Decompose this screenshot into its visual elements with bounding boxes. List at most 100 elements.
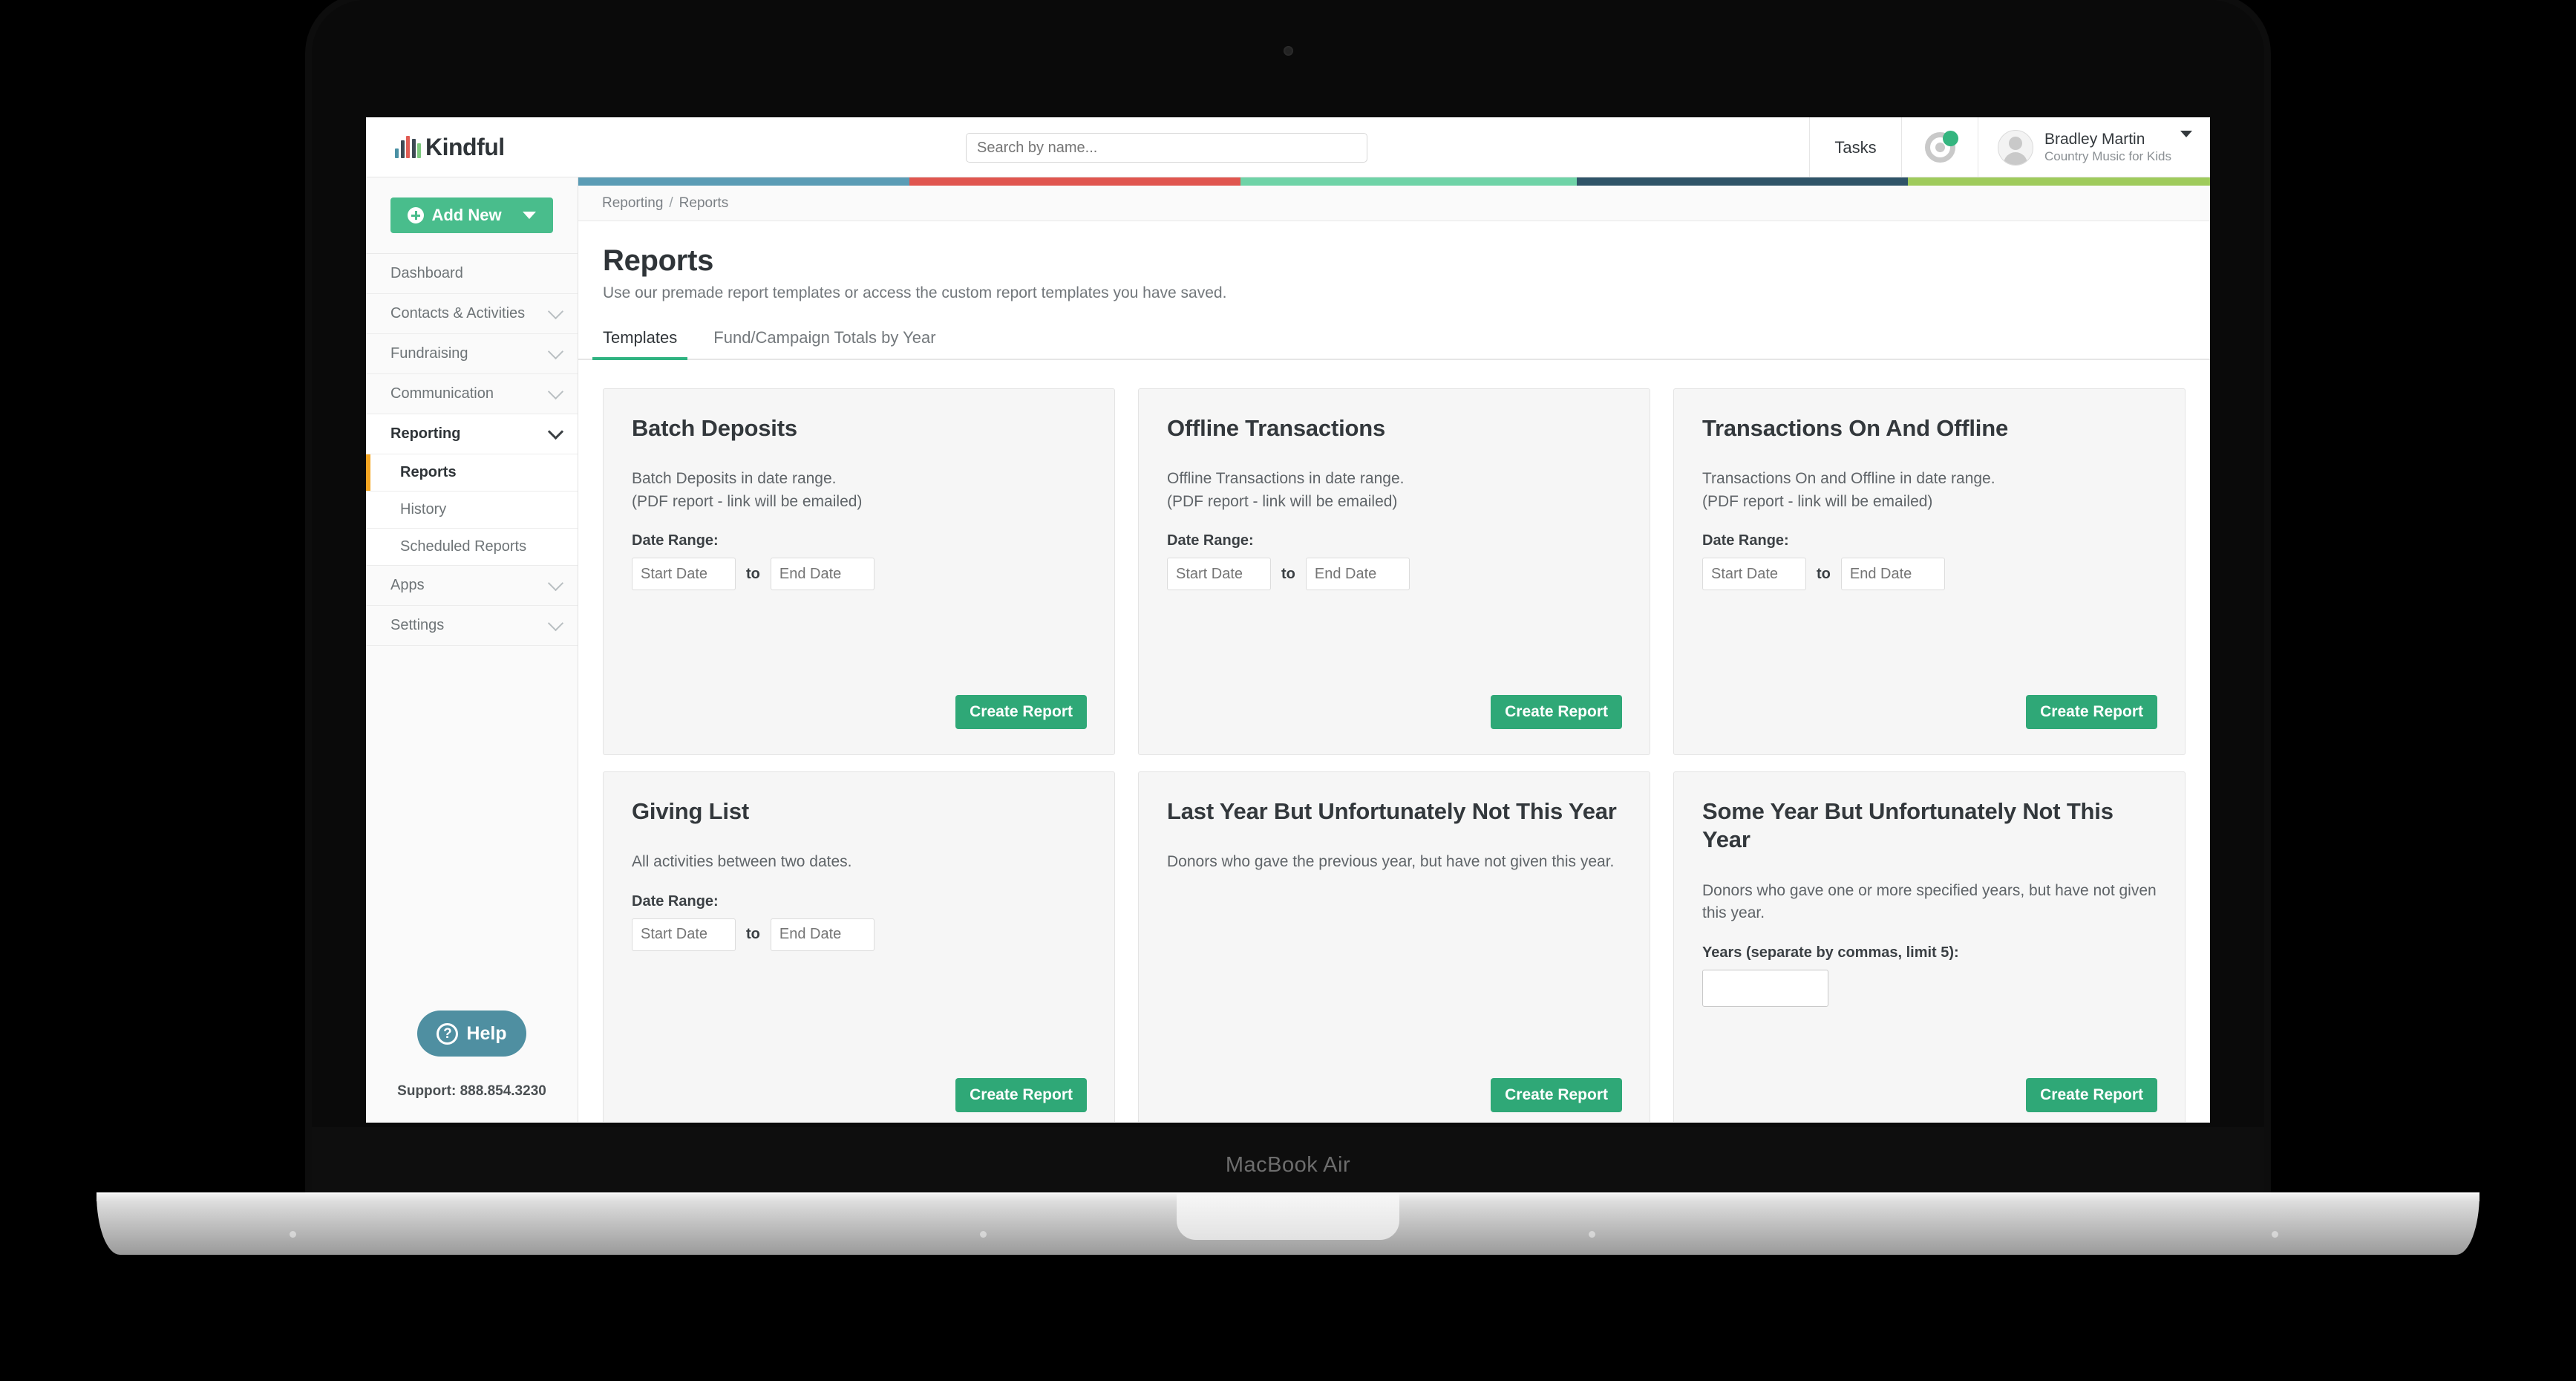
user-menu[interactable]: Bradley Martin Country Music for Kids — [1978, 117, 2210, 177]
card-title: Transactions On And Offline — [1702, 415, 2008, 441]
chevron-down-icon — [522, 212, 536, 219]
start-date-input[interactable] — [1167, 558, 1271, 591]
card-description: Donors who gave one or more specified ye… — [1702, 881, 2157, 922]
sidebar-item-dashboard[interactable]: Dashboard — [366, 254, 578, 294]
help-label: Help — [466, 1022, 507, 1044]
webcam-icon — [1284, 46, 1293, 56]
date-range-label: Date Range: — [632, 892, 719, 910]
sidebar-item-label: Dashboard — [390, 265, 463, 281]
date-range-row: to — [632, 558, 1086, 591]
breadcrumb-separator: / — [669, 195, 673, 211]
base-dot — [290, 1231, 296, 1238]
end-date-input[interactable] — [770, 918, 875, 951]
start-date-input[interactable] — [1702, 558, 1806, 591]
main-content: Reporting / Reports Reports Use our prem… — [578, 177, 2210, 1122]
chevron-down-icon — [547, 383, 564, 400]
start-date-input[interactable] — [632, 918, 736, 951]
tasks-link[interactable]: Tasks — [1809, 117, 1901, 177]
breadcrumb-current[interactable]: Reports — [679, 195, 729, 212]
to-label: to — [1817, 565, 1831, 582]
base-dot — [2272, 1231, 2278, 1238]
report-card-giving-list: Giving List All activities between two d… — [603, 771, 1115, 1122]
sidebar-item-apps[interactable]: Apps — [366, 566, 578, 606]
breadcrumb-parent[interactable]: Reporting — [602, 195, 663, 212]
question-mark-icon: ? — [437, 1022, 459, 1045]
start-date-input[interactable] — [632, 558, 736, 591]
user-name: Bradley Martin — [2044, 131, 2145, 148]
support-phone: Support: 888.854.3230 — [397, 1083, 546, 1099]
brand-name: Kindful — [425, 133, 505, 160]
chevron-down-icon — [547, 615, 564, 632]
end-date-input[interactable] — [770, 558, 875, 591]
card-title: Offline Transactions — [1167, 415, 1386, 441]
sidebar-subitem-history[interactable]: History — [366, 492, 578, 529]
date-range-row: to — [1167, 558, 1621, 591]
date-range-label: Date Range: — [1167, 532, 1254, 549]
card-description: Transactions On and Offline in date rang… — [1702, 470, 1995, 510]
sidebar-item-settings[interactable]: Settings — [366, 606, 578, 646]
device-label: MacBook Air — [1225, 1153, 1351, 1177]
tab-templates[interactable]: Templates — [592, 328, 688, 360]
date-range-label: Date Range: — [632, 532, 719, 549]
templates-panel: Batch Deposits Batch Deposits in date ra… — [578, 360, 2210, 1122]
report-card-offline-transactions: Offline Transactions Offline Transaction… — [1138, 388, 1650, 755]
create-report-button[interactable]: Create Report — [2026, 1078, 2157, 1112]
card-title: Giving List — [632, 798, 749, 824]
sidebar-item-fundraising[interactable]: Fundraising — [366, 334, 578, 374]
sidebar-item-communication[interactable]: Communication — [366, 374, 578, 414]
years-label: Years (separate by commas, limit 5): — [1702, 944, 1959, 961]
years-input[interactable] — [1702, 969, 1828, 1007]
laptop-frame: MacBook Air Kindful Tasks — [97, 0, 2479, 1262]
help-section: ? Help — [366, 1011, 578, 1057]
to-label: to — [746, 926, 760, 943]
date-range-label: Date Range: — [1702, 532, 1789, 549]
report-card-batch-deposits: Batch Deposits Batch Deposits in date ra… — [603, 388, 1115, 755]
create-report-button[interactable]: Create Report — [1491, 695, 1622, 729]
sidebar-subitem-scheduled-reports[interactable]: Scheduled Reports — [366, 529, 578, 566]
sidebar-item-label: Settings — [390, 617, 445, 633]
create-report-button[interactable]: Create Report — [955, 695, 1087, 729]
sidebar-subitem-label: Reports — [400, 464, 457, 480]
report-card-transactions-on-and-offline: Transactions On And Offline Transactions… — [1673, 388, 2186, 755]
add-new-button[interactable]: Add New — [390, 197, 553, 233]
end-date-input[interactable] — [1840, 558, 1945, 591]
user-info: Bradley Martin Country Music for Kids — [2044, 131, 2171, 164]
end-date-input[interactable] — [1305, 558, 1410, 591]
sidebar-item-label: Communication — [390, 385, 494, 402]
card-description: Batch Deposits in date range. (PDF repor… — [632, 470, 863, 510]
stripe-segment-2 — [909, 177, 1241, 186]
card-title: Last Year But Unfortunately Not This Yea… — [1167, 798, 1617, 824]
create-report-button[interactable]: Create Report — [1491, 1078, 1622, 1112]
chevron-down-icon — [547, 575, 564, 592]
breadcrumb: Reporting / Reports — [578, 186, 2210, 221]
chevron-down-icon — [547, 343, 564, 360]
chevron-down-icon — [547, 303, 564, 320]
card-description: All activities between two dates. — [632, 853, 852, 871]
to-label: to — [1281, 565, 1295, 582]
sidebar-item-contacts-activities[interactable]: Contacts & Activities — [366, 294, 578, 334]
app-body: Add New Dashboard Contacts & Activities … — [366, 177, 2210, 1122]
sidebar-subitem-label: Scheduled Reports — [400, 538, 527, 555]
laptop-lid: MacBook Air Kindful Tasks — [312, 0, 2264, 1195]
notification-badge-dot — [1942, 131, 1958, 146]
help-button[interactable]: ? Help — [417, 1011, 526, 1057]
add-new-label: Add New — [431, 206, 502, 224]
tab-fund-campaign-totals-by-year[interactable]: Fund/Campaign Totals by Year — [713, 328, 935, 359]
page-subtitle: Use our premade report templates or acce… — [603, 284, 1227, 301]
laptop-base-notch — [1177, 1194, 1399, 1240]
kindful-logo[interactable]: Kindful — [395, 134, 618, 161]
sidebar: Add New Dashboard Contacts & Activities … — [366, 177, 578, 1122]
header-right-group: Tasks Bradley Martin Country Music for K… — [1809, 117, 2210, 177]
create-report-button[interactable]: Create Report — [955, 1078, 1087, 1112]
base-dot — [1589, 1231, 1595, 1238]
app-header: Kindful Tasks — [366, 117, 2210, 177]
create-report-button[interactable]: Create Report — [2026, 695, 2157, 729]
date-range-row: to — [1702, 558, 2157, 591]
sidebar-item-label: Reporting — [390, 425, 461, 442]
sidebar-subitem-reports[interactable]: Reports — [366, 454, 578, 492]
avatar — [1998, 129, 2033, 166]
sidebar-item-reporting[interactable]: Reporting — [366, 414, 578, 454]
search-input[interactable] — [966, 133, 1367, 163]
notifications-button[interactable] — [1901, 117, 1978, 177]
stripe-segment-3 — [1240, 177, 1578, 186]
